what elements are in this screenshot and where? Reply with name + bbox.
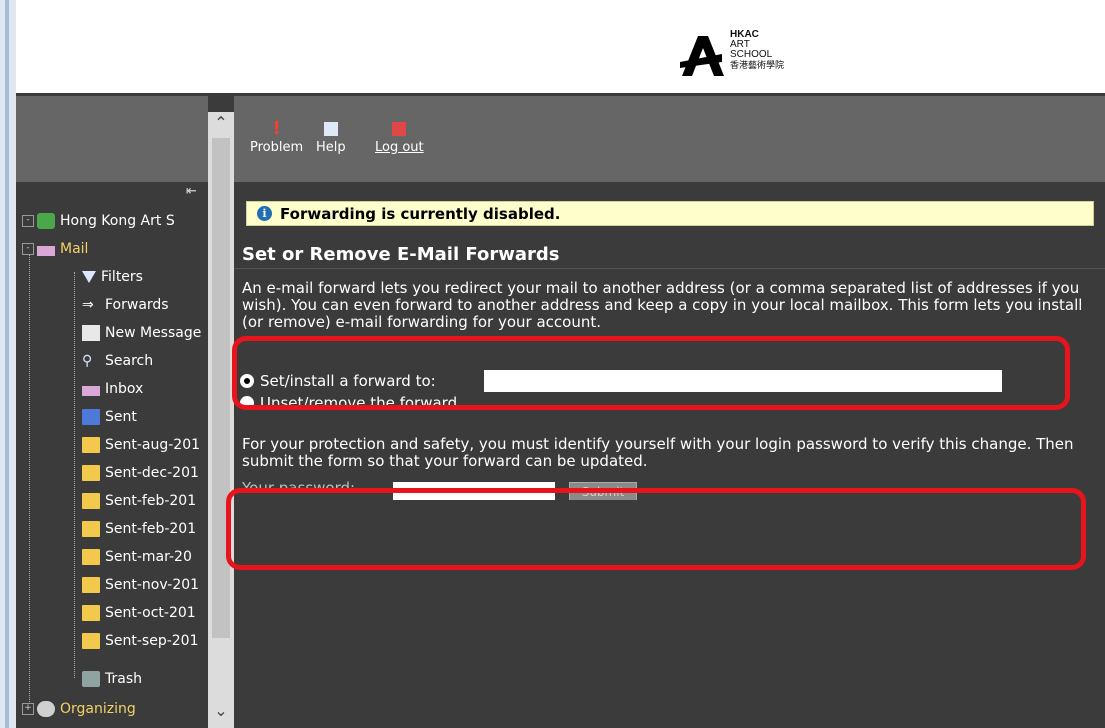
tree-item-label: Hong Kong Art S (60, 213, 175, 229)
folder-icon (82, 437, 100, 453)
sidebar-item-label: Inbox (105, 381, 144, 397)
sidebar-item-sent-dec[interactable]: Sent-dec-201 (82, 462, 199, 484)
toolbar: ! Problem Help Log out (234, 96, 1105, 182)
sidebar-item-sent-sep[interactable]: Sent-sep-201 (82, 630, 198, 652)
sidebar-item-label: Sent-feb-201 (105, 521, 197, 537)
tree-item-label: Organizing (60, 701, 136, 717)
sidebar-item-sent-feb[interactable]: Sent-feb-201 (82, 490, 196, 512)
info-icon: i (257, 206, 272, 221)
sidebar-item-search[interactable]: ⚲ Search (82, 350, 153, 372)
window-frame (0, 0, 16, 728)
tree-line (29, 246, 30, 708)
sidebar-item-label: Search (105, 353, 154, 369)
sidebar-item-sent-feb-2[interactable]: Sent-feb-201 (82, 518, 196, 540)
header: HKAC ART SCHOOL 香港藝術學院 (16, 0, 1105, 96)
compose-icon (82, 325, 100, 341)
envelope-icon (82, 386, 100, 396)
highlight-box-password (226, 488, 1086, 570)
sidebar-item-inbox[interactable]: Inbox (82, 378, 143, 400)
sidebar-item-label: Sent-feb-201 (105, 493, 197, 509)
sidebar-item-sent-mar[interactable]: Sent-mar-20 (82, 546, 192, 568)
window-frame-edge (5, 0, 9, 728)
section-title: Set or Remove E-Mail Forwards (242, 244, 560, 265)
sidebar-item-label: Filters (101, 269, 143, 285)
folder-icon (82, 465, 100, 481)
folder-icon (82, 493, 100, 509)
sidebar-item-label: Sent-mar-20 (105, 549, 192, 565)
problem-label: Problem (250, 140, 304, 155)
sidebar-item-sent-aug[interactable]: Sent-aug-201 (82, 434, 200, 456)
main-panel: ! Problem Help Log out i Forwarding is c… (234, 96, 1105, 728)
problem-button[interactable]: ! Problem (250, 118, 303, 155)
help-book-icon (323, 122, 338, 136)
filter-icon (82, 271, 96, 283)
section-header: Set or Remove E-Mail Forwards (234, 242, 1105, 269)
sidebar-item-label: Sent-sep-201 (105, 633, 199, 649)
trash-icon (82, 671, 100, 687)
sidebar-item-forwards[interactable]: ⇒ Forwards (82, 294, 169, 316)
logo-a-icon (680, 36, 724, 76)
logout-button[interactable]: Log out (375, 118, 424, 155)
sidebar-item-label: Sent-nov-201 (105, 577, 200, 593)
sidebar-item-trash[interactable]: Trash (82, 668, 142, 690)
search-icon: ⚲ (82, 353, 93, 369)
notice-text: Forwarding is currently disabled. (280, 204, 561, 223)
sidebar-item-label: Sent-oct-201 (105, 605, 196, 621)
tree-item-label: Mail (60, 241, 89, 257)
folder-icon (82, 605, 100, 621)
school-logo: HKAC ART SCHOOL 香港藝術學院 (678, 28, 838, 88)
arrow-right-icon: ⇒ (82, 297, 94, 313)
sidebar-item-sent[interactable]: Sent (82, 406, 137, 428)
scroll-down-icon[interactable]: ⌄ (208, 700, 234, 722)
sidebar-item-filters[interactable]: Filters (82, 266, 143, 288)
sidebar-item-label: Sent-aug-201 (105, 437, 201, 453)
sidebar-item-label: Sent (105, 409, 137, 425)
folder-icon (82, 549, 100, 565)
folder-icon (82, 633, 100, 649)
help-label: Help (316, 140, 346, 155)
sidebar-top-bar (16, 96, 208, 182)
sidebar-item-label: New Message (105, 325, 202, 341)
folder-sidebar: ⌃ ⌄ ⇤ - Hong Kong Art S - Mail Filters ⇒… (16, 96, 234, 728)
collapse-icon[interactable]: - (22, 243, 34, 255)
envelope-icon (37, 246, 55, 256)
warning-icon: ! (272, 118, 281, 139)
tree-line (74, 272, 75, 678)
forwarding-status-notice: i Forwarding is currently disabled. (246, 201, 1094, 226)
logo-line-3: SCHOOL (730, 49, 773, 60)
sidebar-scrollbar[interactable]: ⌃ ⌄ (208, 112, 234, 728)
protection-text: For your protection and safety, you must… (242, 435, 1074, 470)
expand-icon[interactable]: + (22, 703, 34, 715)
sidebar-item-new-message[interactable]: New Message (82, 322, 201, 344)
tree-item-mail[interactable]: - Mail (22, 238, 88, 260)
tree-item-organizing[interactable]: + Organizing (22, 698, 136, 720)
help-button[interactable]: Help (316, 118, 346, 155)
scroll-up-icon[interactable]: ⌃ (208, 112, 234, 134)
sent-icon (82, 409, 100, 425)
sidebar-item-label: Trash (105, 671, 142, 687)
forward-description: An e-mail forward lets you redirect your… (242, 280, 1083, 331)
highlight-box-forward (232, 336, 1070, 410)
logout-door-icon (392, 122, 407, 136)
sidebar-item-sent-oct[interactable]: Sent-oct-201 (82, 602, 196, 624)
logo-line-4: 香港藝術學院 (730, 60, 785, 70)
sidebar-item-label: Sent-dec-201 (105, 465, 199, 481)
logout-label: Log out (375, 140, 424, 155)
sidebar-item-label: Forwards (105, 297, 169, 313)
collapse-pane-icon[interactable]: ⇤ (186, 184, 197, 199)
globe-icon (37, 213, 55, 229)
folder-icon (82, 521, 100, 537)
organizer-icon (37, 701, 55, 717)
sidebar-item-sent-nov[interactable]: Sent-nov-201 (82, 574, 199, 596)
expand-icon[interactable]: - (22, 215, 34, 227)
folder-icon (82, 577, 100, 593)
tree-item-root[interactable]: - Hong Kong Art S (22, 210, 175, 232)
